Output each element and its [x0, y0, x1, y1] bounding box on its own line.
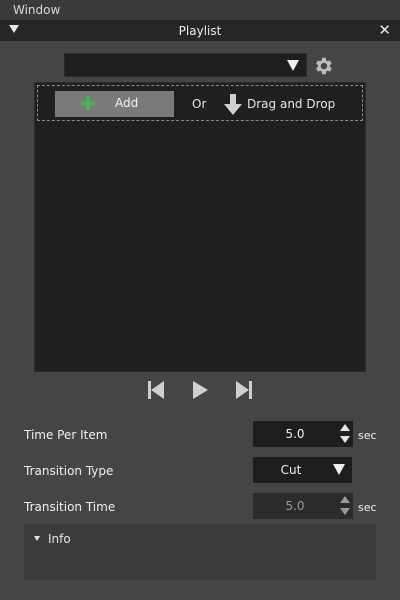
gear-icon[interactable]: [312, 55, 334, 77]
decrement-icon[interactable]: [340, 508, 350, 515]
collapse-triangle-icon[interactable]: [9, 25, 19, 33]
skip-next-icon[interactable]: [233, 379, 255, 401]
expand-triangle-icon[interactable]: [34, 536, 40, 541]
time-per-item-label: Time Per Item: [24, 428, 108, 442]
info-label[interactable]: Info: [48, 532, 71, 546]
transition-type-label: Transition Type: [24, 464, 114, 478]
menu-bar: Window: [0, 0, 400, 20]
transition-type-dropdown[interactable]: Cut: [253, 457, 352, 483]
add-button[interactable]: Add: [55, 91, 174, 117]
time-per-item-value: 5.0: [285, 427, 305, 441]
decrement-icon[interactable]: [340, 436, 350, 443]
time-per-item-unit: sec: [358, 429, 377, 442]
drag-and-drop-label: Drag and Drop: [247, 97, 336, 111]
panel-title-bar: Playlist ✕: [0, 20, 400, 41]
download-arrow-icon: [224, 94, 242, 115]
skip-previous-icon[interactable]: [145, 379, 167, 401]
drop-zone[interactable]: Add Or Drag and Drop: [37, 85, 363, 121]
transition-time-unit: sec: [358, 501, 377, 514]
menu-window[interactable]: Window: [13, 3, 60, 17]
increment-icon[interactable]: [340, 424, 350, 431]
close-icon[interactable]: ✕: [378, 21, 391, 39]
play-icon[interactable]: [189, 379, 211, 401]
dropdown-arrow-icon: [333, 464, 345, 475]
add-button-label: Add: [115, 96, 139, 110]
playlist-list[interactable]: Add Or Drag and Drop: [34, 82, 366, 372]
info-section: Info: [24, 524, 376, 580]
or-label: Or: [192, 97, 207, 111]
transition-time-value: 5.0: [285, 499, 305, 513]
time-per-item-spinbox[interactable]: 5.0: [253, 421, 353, 447]
plus-icon: [81, 96, 95, 110]
transition-time-label: Transition Time: [24, 500, 116, 514]
transition-time-spinbox[interactable]: 5.0: [253, 493, 353, 519]
playlist-selector-dropdown[interactable]: [64, 53, 307, 77]
panel-title: Playlist: [178, 23, 222, 38]
transition-type-value: Cut: [280, 463, 302, 477]
dropdown-arrow-icon: [287, 60, 299, 71]
increment-icon[interactable]: [340, 496, 350, 503]
